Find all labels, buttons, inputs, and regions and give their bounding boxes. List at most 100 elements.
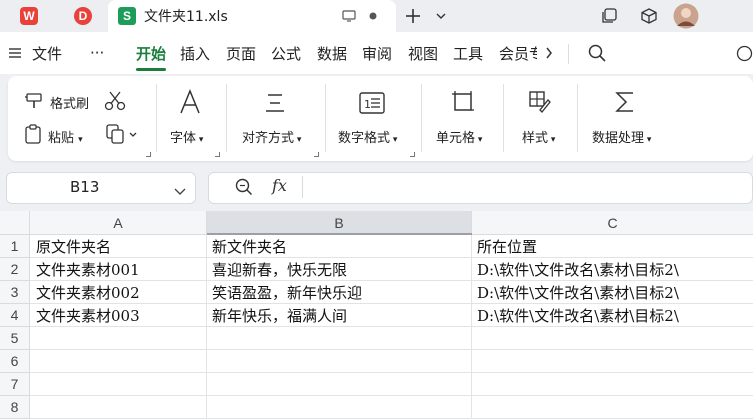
tab-formula[interactable]: 公式 bbox=[271, 32, 301, 74]
font-dialog-launcher[interactable] bbox=[215, 152, 220, 157]
document-title: 文件夹11.xls bbox=[144, 9, 228, 25]
ribbon-divider bbox=[325, 84, 326, 152]
name-box[interactable] bbox=[6, 172, 196, 204]
search-icon[interactable] bbox=[588, 32, 606, 74]
ribbon-divider bbox=[226, 84, 227, 152]
cell-a2[interactable]: 文件夹素材001 bbox=[31, 258, 206, 281]
number-format-button[interactable]: 数字格式 ▾ bbox=[338, 127, 397, 146]
paste-button[interactable]: 粘贴 ▾ bbox=[48, 127, 83, 146]
format-painter-button[interactable]: 格式刷 bbox=[50, 93, 89, 112]
status-dot-icon bbox=[364, 0, 382, 32]
cell-dropdown-icon: ▾ bbox=[475, 135, 483, 145]
number-format-dialog-launcher[interactable] bbox=[410, 152, 415, 157]
wps-home-tab[interactable]: W bbox=[0, 0, 58, 32]
active-tab-indicator bbox=[136, 68, 166, 71]
cell-b2[interactable]: 喜迎新春，快乐无限 bbox=[207, 258, 471, 281]
spreadsheet-icon: S bbox=[118, 7, 136, 25]
style-label: 样式 bbox=[522, 131, 549, 146]
row-header[interactable]: 5 bbox=[0, 327, 30, 350]
style-brush-icon bbox=[527, 89, 553, 115]
cut-scissors-icon[interactable] bbox=[104, 91, 126, 115]
tab-data[interactable]: 数据 bbox=[317, 32, 347, 74]
cell-c3[interactable]: D:\软件\文件改名\素材\目标2\ bbox=[472, 281, 753, 304]
format-painter-icon bbox=[24, 92, 44, 114]
function-fx-icon[interactable]: fx bbox=[272, 176, 287, 195]
formula-divider bbox=[302, 176, 303, 198]
cell-b3[interactable]: 笑语盈盈，新年快乐迎 bbox=[207, 281, 471, 304]
avatar[interactable] bbox=[670, 0, 702, 32]
tab-insert[interactable]: 插入 bbox=[180, 32, 210, 74]
tab-review[interactable]: 审阅 bbox=[362, 32, 392, 74]
grid-line bbox=[30, 349, 753, 350]
row-header[interactable]: 2 bbox=[0, 258, 30, 281]
tab-view[interactable]: 视图 bbox=[408, 32, 438, 74]
file-menu[interactable]: 文件 bbox=[8, 32, 62, 74]
column-header-a[interactable]: A bbox=[30, 211, 207, 235]
tab-list-chevron-icon[interactable] bbox=[430, 0, 452, 32]
column-header-b[interactable]: B bbox=[207, 211, 472, 235]
data-processing-dropdown-icon: ▾ bbox=[644, 135, 652, 145]
cell-c1[interactable]: 所在位置 bbox=[472, 235, 753, 258]
column-header-c[interactable]: C bbox=[472, 211, 753, 235]
cell-a4[interactable]: 文件夹素材003 bbox=[31, 304, 206, 327]
cell-c4[interactable]: D:\软件\文件改名\素材\目标2\ bbox=[472, 304, 753, 327]
row-header[interactable]: 8 bbox=[0, 396, 30, 419]
ribbon-divider bbox=[577, 84, 578, 152]
paste-clipboard-icon bbox=[24, 124, 42, 148]
cell-a1[interactable]: 原文件夹名 bbox=[31, 235, 206, 258]
ribbon-panel bbox=[8, 76, 753, 161]
copy-icon[interactable] bbox=[106, 124, 138, 148]
tab-page[interactable]: 页面 bbox=[226, 32, 256, 74]
formula-input[interactable] bbox=[208, 172, 753, 204]
row-header[interactable]: 1 bbox=[0, 235, 30, 258]
font-dropdown-icon: ▾ bbox=[196, 135, 204, 145]
monitor-icon[interactable] bbox=[338, 0, 360, 32]
row-header[interactable]: 3 bbox=[0, 281, 30, 304]
alignment-dropdown-icon: ▾ bbox=[294, 135, 302, 145]
row-header[interactable]: 7 bbox=[0, 373, 30, 396]
alignment-dialog-launcher[interactable] bbox=[314, 152, 319, 157]
data-processing-label: 数据处理 bbox=[592, 131, 645, 146]
tab-member[interactable]: 会员专 bbox=[499, 32, 537, 74]
clipboard-dialog-launcher[interactable] bbox=[146, 152, 151, 157]
menu-scroll-right-icon[interactable] bbox=[538, 32, 560, 74]
font-button[interactable]: 字体 ▾ bbox=[170, 127, 203, 146]
wps-logo-icon: W bbox=[20, 7, 38, 25]
pdf-tab[interactable]: D bbox=[58, 0, 108, 32]
tab-tools[interactable]: 工具 bbox=[453, 32, 483, 74]
more-menu[interactable]: ··· bbox=[90, 32, 104, 74]
font-letter-a-icon bbox=[176, 88, 204, 116]
cell-c2[interactable]: D:\软件\文件改名\素材\目标2\ bbox=[472, 258, 753, 281]
alignment-label: 对齐方式 bbox=[242, 131, 295, 146]
number-format-icon: 1 bbox=[358, 90, 386, 116]
paste-dropdown-icon: ▾ bbox=[78, 135, 83, 145]
name-box-dropdown-icon[interactable] bbox=[174, 181, 186, 200]
cell-a3[interactable]: 文件夹素材002 bbox=[31, 281, 206, 304]
grid-line bbox=[30, 395, 753, 396]
alignment-button[interactable]: 对齐方式 ▾ bbox=[242, 127, 301, 146]
window-switch-icon[interactable] bbox=[596, 0, 622, 32]
share-icon[interactable] bbox=[736, 32, 753, 74]
cell-button[interactable]: 单元格 ▾ bbox=[436, 127, 482, 146]
row-header[interactable]: 4 bbox=[0, 304, 30, 327]
data-processing-button[interactable]: 数据处理 ▾ bbox=[592, 127, 651, 146]
font-label: 字体 bbox=[170, 131, 197, 146]
file-menu-label: 文件 bbox=[32, 44, 63, 63]
cell-label: 单元格 bbox=[436, 131, 476, 146]
number-format-dropdown-icon: ▾ bbox=[390, 135, 398, 145]
cell-b4[interactable]: 新年快乐，福满人间 bbox=[207, 304, 471, 327]
new-tab-plus-icon[interactable] bbox=[400, 0, 426, 32]
number-format-label: 数字格式 bbox=[338, 131, 391, 146]
style-dropdown-icon: ▾ bbox=[548, 135, 556, 145]
zoom-search-icon[interactable] bbox=[235, 178, 253, 200]
select-all-corner[interactable] bbox=[0, 211, 30, 235]
cell-grid-icon bbox=[450, 89, 476, 115]
row-header[interactable]: 6 bbox=[0, 350, 30, 373]
style-button[interactable]: 样式 ▾ bbox=[522, 127, 555, 146]
name-box-value: B13 bbox=[70, 178, 100, 196]
cube-icon[interactable] bbox=[636, 0, 662, 32]
cell-b1[interactable]: 新文件夹名 bbox=[207, 235, 471, 258]
pdf-logo-icon: D bbox=[74, 7, 92, 25]
ribbon-divider bbox=[421, 84, 422, 152]
align-lines-icon bbox=[262, 90, 288, 116]
